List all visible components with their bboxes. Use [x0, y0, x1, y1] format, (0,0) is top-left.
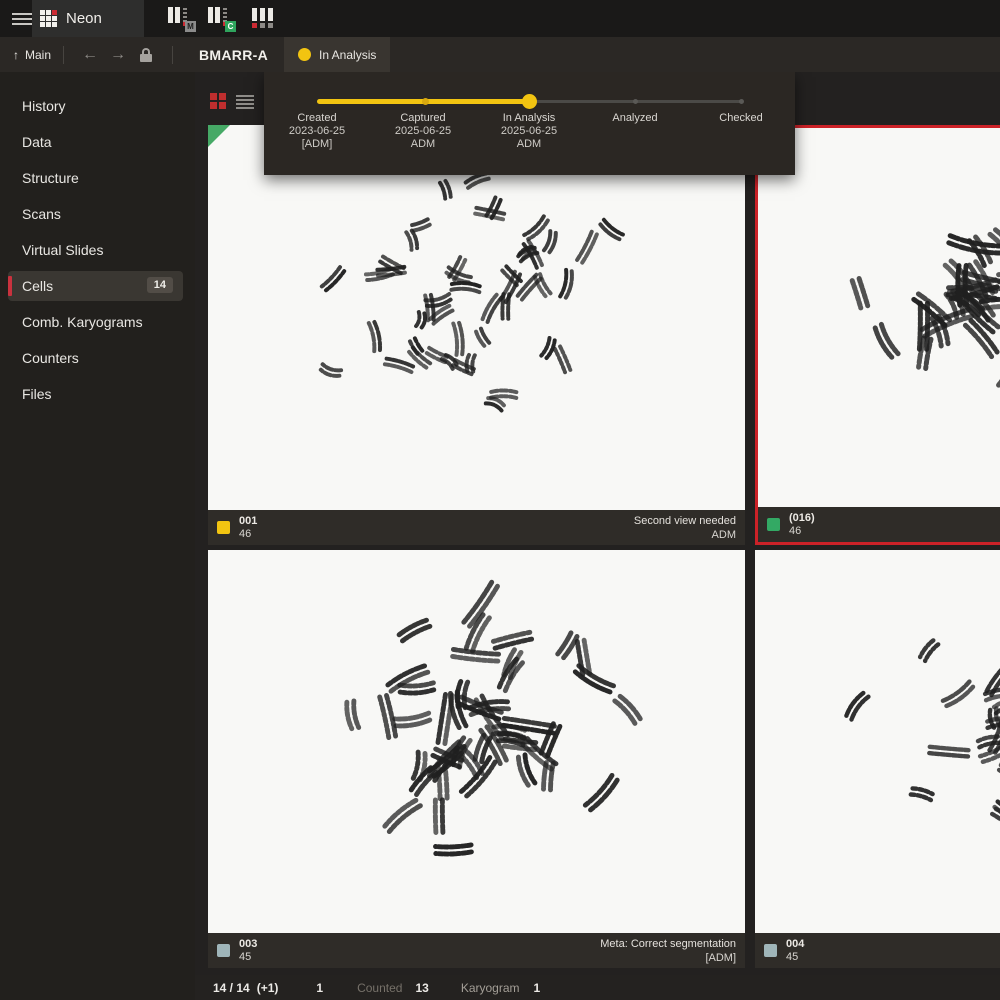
- metaphase-image-001: [208, 125, 745, 510]
- selected-accent-bar: [8, 276, 12, 296]
- timeline-stage-checked: Checked: [687, 112, 795, 125]
- karyogram-label: Karyogram: [461, 981, 520, 995]
- back-icon[interactable]: ←: [76, 47, 104, 63]
- grid-view-icon[interactable]: [210, 93, 227, 110]
- case-name[interactable]: BMARR-A: [199, 47, 268, 63]
- sidebar-item-structure[interactable]: Structure: [0, 160, 195, 196]
- main-label: Main: [25, 48, 51, 62]
- cell-note: Second view needed: [634, 514, 736, 528]
- lock-icon[interactable]: [140, 48, 152, 62]
- timeline-stage-in-analysis: In Analysis2025-06-25ADM: [475, 112, 583, 151]
- selected-count: 1: [316, 981, 323, 995]
- main-nav-button[interactable]: ↑ Main: [13, 48, 51, 62]
- metaphase-image-016: [758, 128, 1000, 507]
- tile-footer: 001 46 Second view needed ADM: [208, 510, 745, 545]
- sidebar-item-scans[interactable]: Scans: [0, 196, 195, 232]
- column-view-icon[interactable]: [250, 6, 278, 32]
- cell-id: 001: [239, 515, 257, 528]
- karyogram-value: 1: [534, 981, 541, 995]
- timeline-stage-captured: Captured2025-06-25ADM: [369, 112, 477, 151]
- top-bar: Neon M C: [0, 0, 1000, 37]
- counted-label: Counted: [357, 981, 402, 995]
- metaphase-image-003: [208, 550, 745, 933]
- chromosome-count: 45: [786, 951, 804, 964]
- sidebar-item-counters[interactable]: Counters: [0, 340, 195, 376]
- up-arrow-icon: ↑: [13, 48, 19, 62]
- neon-logo-icon: [40, 10, 58, 28]
- neon-app-window: Neon M C ↑ Main ← → BMARR-A: [0, 0, 1000, 1000]
- cell-note-user: [ADM]: [600, 951, 736, 965]
- sidebar-item-files[interactable]: Files: [0, 376, 195, 412]
- metaphase-finder-m-icon[interactable]: M: [168, 6, 196, 32]
- timeline-dot-checked: [739, 99, 744, 104]
- cells-count-badge: 14: [147, 277, 173, 293]
- metaphase-finder-c-icon[interactable]: C: [208, 6, 236, 32]
- case-status-label: In Analysis: [319, 48, 376, 62]
- timeline-stage-analyzed: Analyzed: [581, 112, 689, 125]
- cell-tile-016[interactable]: (016) 46: [755, 125, 1000, 545]
- cell-note: Meta: Correct segmentation: [600, 937, 736, 951]
- cell-id: 004: [786, 938, 804, 951]
- tile-footer: 004 45: [755, 933, 1000, 968]
- cell-status-square: [764, 944, 777, 957]
- toolbar-divider: [63, 46, 64, 64]
- timeline-stage-created: Created2023-06-25[ADM]: [263, 112, 371, 151]
- timeline-dot-analyzed: [633, 99, 638, 104]
- status-dot-icon: [298, 48, 311, 61]
- list-view-icon[interactable]: [236, 93, 254, 110]
- cell-status-square: [217, 521, 230, 534]
- counted-value: 13: [415, 981, 428, 995]
- cell-status-square: [767, 518, 780, 531]
- tile-footer: (016) 46: [758, 507, 1000, 542]
- cell-tile-001[interactable]: 001 46 Second view needed ADM: [208, 125, 745, 545]
- timeline-dot-captured: [422, 98, 429, 105]
- cells-extra: (+1): [257, 981, 279, 995]
- sidebar-item-comb-karyograms[interactable]: Comb. Karyograms: [0, 304, 195, 340]
- cell-status-square: [217, 944, 230, 957]
- forward-icon[interactable]: →: [104, 47, 132, 63]
- timeline-dot-current: [522, 94, 537, 109]
- cell-tile-004[interactable]: 004 45: [755, 550, 1000, 968]
- app-name: Neon: [66, 10, 102, 27]
- sidebar-item-virtual-slides[interactable]: Virtual Slides: [0, 232, 195, 268]
- metaphase-image-004: [755, 550, 1000, 933]
- green-corner-flag: [208, 125, 230, 147]
- cell-id: (016): [789, 512, 815, 525]
- chromosome-count: 46: [239, 528, 257, 541]
- bottom-status-bar: 14 / 14 (+1) 1 Counted 13 Karyogram 1: [195, 975, 1000, 1000]
- cell-note-user: ADM: [634, 528, 736, 542]
- chromosome-count: 45: [239, 951, 257, 964]
- sidebar-item-data[interactable]: Data: [0, 124, 195, 160]
- case-status-tab[interactable]: In Analysis: [284, 37, 390, 72]
- app-brand[interactable]: Neon: [32, 0, 144, 37]
- cell-id: 003: [239, 938, 257, 951]
- toolbar-divider: [172, 46, 173, 64]
- menu-icon[interactable]: [12, 13, 32, 25]
- sidebar-item-cells[interactable]: Cells 14: [8, 271, 183, 301]
- tile-footer: 003 45 Meta: Correct segmentation [ADM]: [208, 933, 745, 968]
- chromosome-count: 46: [789, 525, 815, 538]
- workflow-status-popup: Created2023-06-25[ADM] Captured2025-06-2…: [264, 72, 795, 175]
- cells-total: 14 / 14: [213, 981, 250, 995]
- sidebar-item-history[interactable]: History: [0, 88, 195, 124]
- cell-tile-003[interactable]: 003 45 Meta: Correct segmentation [ADM]: [208, 550, 745, 968]
- sidebar: History Data Structure Scans Virtual Sli…: [0, 72, 195, 1000]
- case-toolbar: ↑ Main ← → BMARR-A In Analysis: [0, 37, 1000, 72]
